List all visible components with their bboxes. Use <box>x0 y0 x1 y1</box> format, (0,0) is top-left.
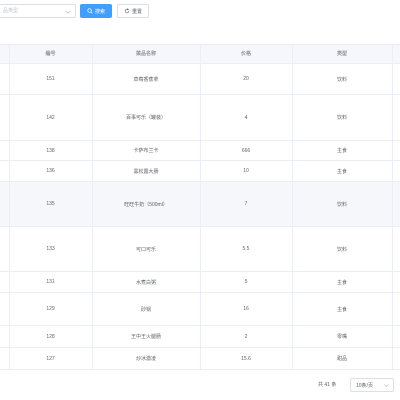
cell-price: 15.6 <box>241 355 251 362</box>
column-divider <box>392 44 393 370</box>
cell-price: 666 <box>241 147 251 154</box>
cell-type: 主食 <box>336 279 347 286</box>
category-select[interactable]: 品类型 <box>0 4 76 18</box>
cell-id: 133 <box>46 246 55 252</box>
cell-type: 饮料 <box>336 76 347 83</box>
cell-type: 甜品 <box>336 356 347 362</box>
cell-price: 5.5 <box>242 246 250 252</box>
reset-button[interactable]: 重置 <box>117 4 149 18</box>
cell-price: 20 <box>243 76 249 82</box>
cell-name: 砂锅 <box>140 306 151 313</box>
column-header-type[interactable]: 类型 <box>292 45 392 63</box>
cell-id: 142 <box>46 114 55 121</box>
refresh-icon <box>124 8 130 14</box>
cell-name: 旺旺牛奶（500ml） <box>124 201 168 208</box>
cell-id: 151 <box>46 76 55 82</box>
column-divider <box>9 44 10 370</box>
cell-id: 136 <box>46 168 55 174</box>
cell-name: 草莓香蕉拿 <box>133 76 159 83</box>
cell-name: 黑松露大肠 <box>133 168 159 175</box>
cell-price: 7 <box>244 201 248 207</box>
cell-price: 4 <box>244 114 248 121</box>
cell-type: 饮料 <box>336 115 347 121</box>
pagination-total: 共 41 条 <box>318 382 337 388</box>
column-header-price[interactable]: 价格 <box>200 45 292 63</box>
cell-type: 主食 <box>336 148 347 154</box>
cell-type: 饮料 <box>336 246 347 253</box>
column-divider <box>200 44 201 370</box>
page-size-select[interactable]: 10条/页 <box>350 378 394 392</box>
cell-id: 127 <box>46 355 55 362</box>
column-header-id[interactable]: 编号 <box>9 45 92 63</box>
chevron-down-icon <box>384 384 389 388</box>
page-size-value: 10条/页 <box>356 383 373 389</box>
column-header-name[interactable]: 菜品名称 <box>92 45 200 63</box>
cell-type: 饮料 <box>336 201 347 208</box>
cell-type: 零嘴 <box>336 334 347 340</box>
cell-name: 炒冰激凌 <box>135 356 156 362</box>
cell-price: 10 <box>243 168 249 174</box>
column-divider <box>92 44 93 370</box>
cell-id: 131 <box>46 279 55 285</box>
search-button-label: 搜索 <box>94 8 105 15</box>
pagination: 共 41 条 10条/页 <box>0 378 400 392</box>
cell-id: 135 <box>46 201 55 207</box>
chevron-down-icon <box>65 10 71 14</box>
column-divider <box>292 44 293 370</box>
reset-button-label: 重置 <box>131 8 142 15</box>
search-icon <box>87 8 93 14</box>
cell-id: 128 <box>46 333 55 340</box>
cell-type: 主食 <box>336 306 347 313</box>
cell-name: 水煮白粥 <box>135 279 156 286</box>
cell-name: 可口可乐 <box>135 246 156 253</box>
cell-name: 王中王火腿肠 <box>130 334 161 340</box>
cell-price: 2 <box>244 333 248 340</box>
cell-price: 5 <box>244 279 248 285</box>
search-bar: 品类型 搜索 重置 <box>0 0 400 24</box>
cell-id: 129 <box>46 306 55 312</box>
cell-id: 138 <box>46 147 55 154</box>
search-button[interactable]: 搜索 <box>80 4 112 18</box>
cell-type: 主食 <box>336 168 347 175</box>
category-select-placeholder: 品类型 <box>3 8 19 14</box>
cell-name: 卡萨布兰卡 <box>133 148 159 154</box>
cell-name: 百事可乐（罐装） <box>125 115 166 121</box>
cell-price: 16 <box>243 306 249 312</box>
